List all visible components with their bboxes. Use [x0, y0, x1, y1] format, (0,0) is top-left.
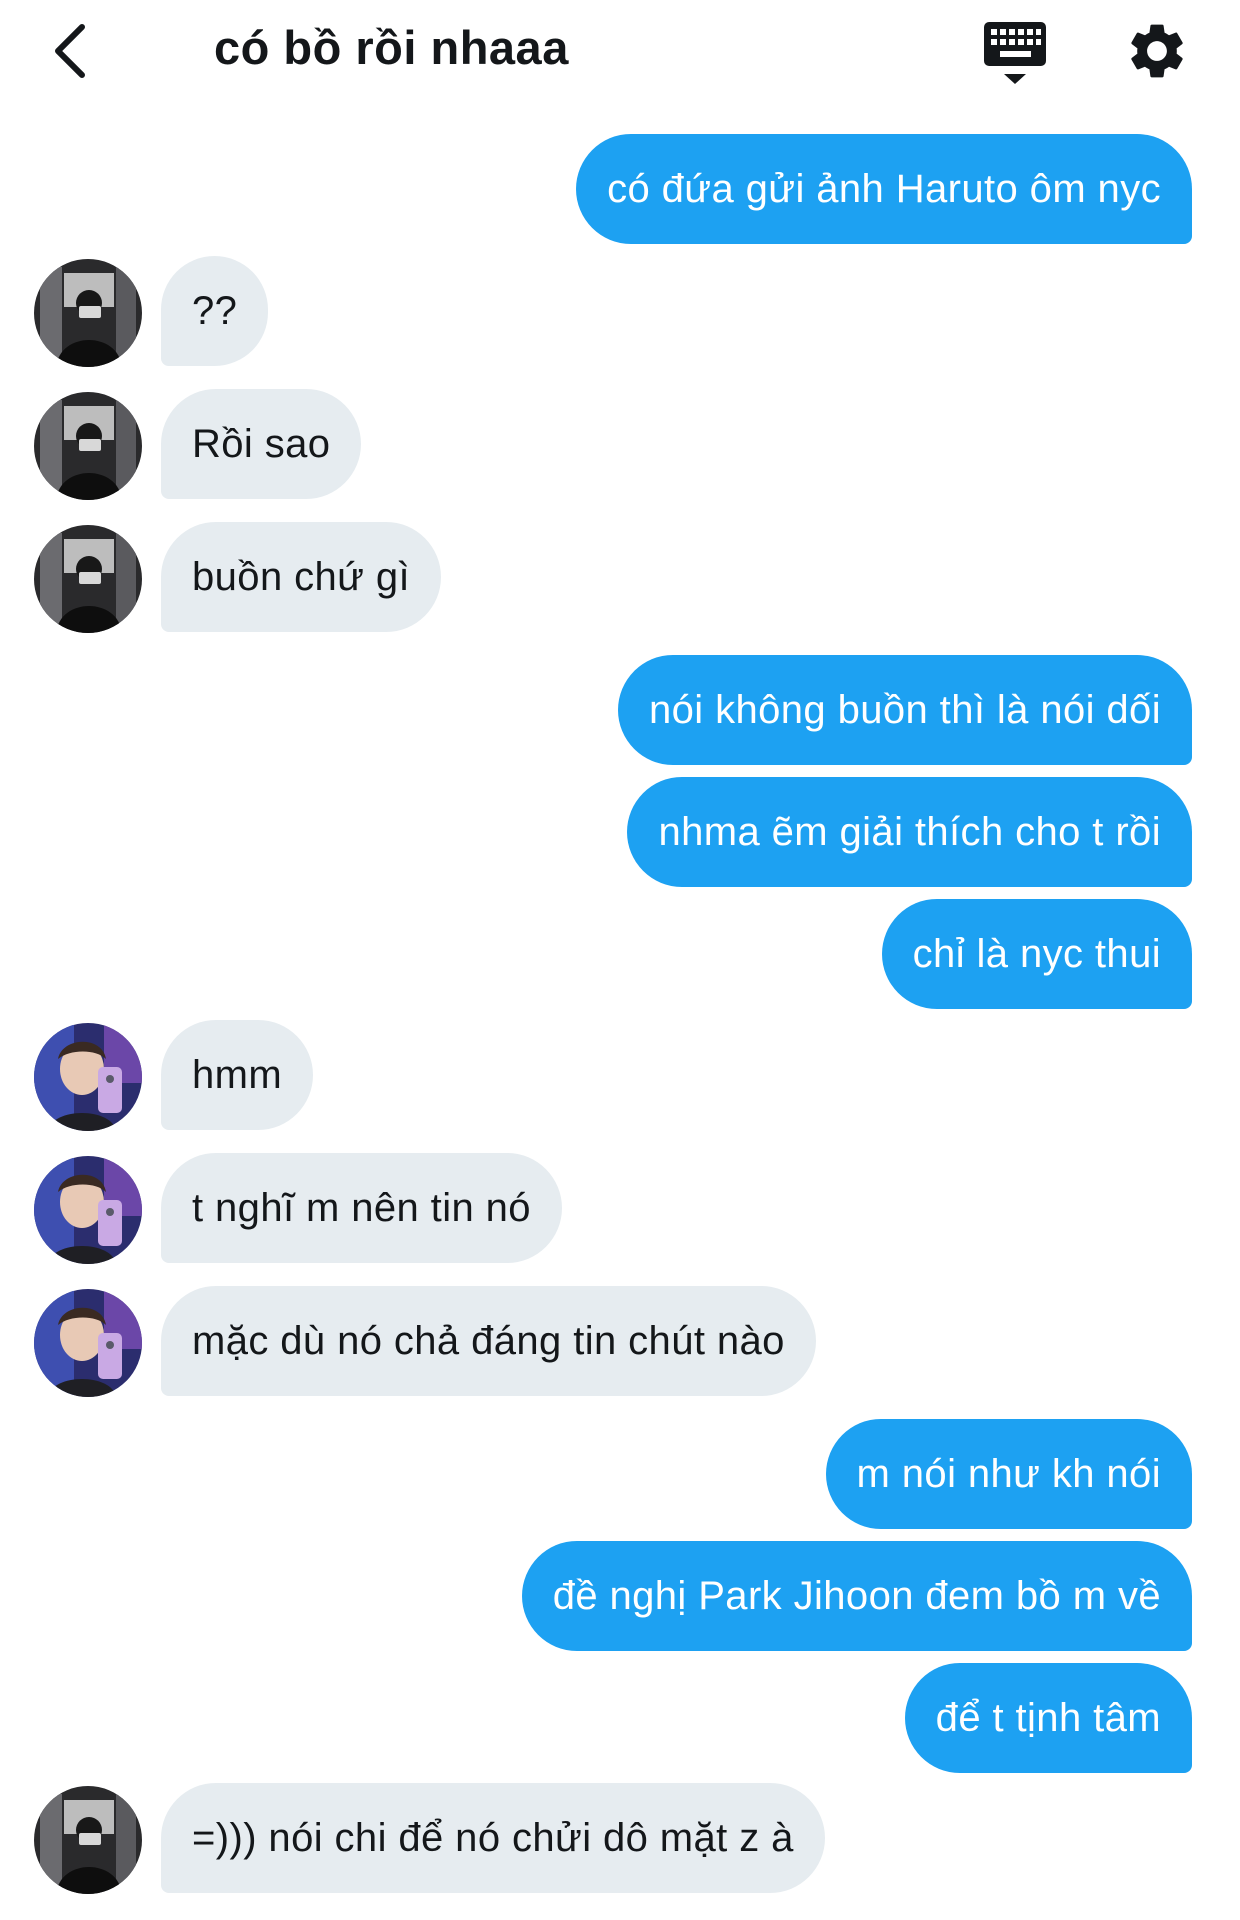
outgoing-message-bubble[interactable]: nhma ẽm giải thích cho t rồi: [627, 777, 1192, 887]
conversation-title: có bồ rồi nhaaa: [214, 21, 569, 74]
message-row: nhma ẽm giải thích cho t rồi: [0, 777, 1240, 887]
outgoing-message-bubble[interactable]: nói không buồn thì là nói dối: [618, 655, 1192, 765]
message-row: mặc dù nó chả đáng tin chút nào: [0, 1286, 1240, 1397]
avatar-photo-friend-a: [34, 1786, 142, 1894]
outgoing-message-bubble[interactable]: đề nghị Park Jihoon đem bồ m về: [521, 1541, 1192, 1651]
avatar-photo-friend-b: [34, 1289, 142, 1397]
message-row: nói không buồn thì là nói dối: [0, 655, 1240, 765]
avatar-photo-friend-b: [34, 1156, 142, 1264]
avatar[interactable]: [34, 392, 142, 500]
avatar[interactable]: [34, 1156, 142, 1264]
outgoing-message-bubble[interactable]: để t tịnh tâm: [904, 1663, 1192, 1773]
message-row: m nói như kh nói: [0, 1419, 1240, 1529]
message-row: ??: [0, 256, 1240, 367]
avatar[interactable]: [34, 1023, 142, 1131]
avatar[interactable]: [34, 1786, 142, 1894]
outgoing-message-bubble[interactable]: có đứa gửi ảnh Haruto ôm nyc: [576, 134, 1192, 244]
message-row: =))) nói chi để nó chửi dô mặt z à: [0, 1783, 1240, 1894]
message-row: chỉ là nyc thui: [0, 899, 1240, 1009]
incoming-message-bubble[interactable]: mặc dù nó chả đáng tin chút nào: [161, 1286, 816, 1396]
incoming-message-bubble[interactable]: Rồi sao: [161, 389, 362, 499]
message-row: đề nghị Park Jihoon đem bồ m về: [0, 1541, 1240, 1651]
avatar-photo-friend-a: [34, 392, 142, 500]
incoming-message-bubble[interactable]: hmm: [161, 1020, 314, 1130]
incoming-message-bubble[interactable]: t nghĩ m nên tin nó: [161, 1153, 562, 1263]
message-row: t nghĩ m nên tin nó: [0, 1153, 1240, 1264]
chat-header: có bồ rồi nhaaa: [0, 0, 1240, 110]
avatar[interactable]: [34, 525, 142, 633]
avatar[interactable]: [34, 259, 142, 367]
outgoing-message-bubble[interactable]: chỉ là nyc thui: [881, 899, 1192, 1009]
incoming-message-bubble[interactable]: ??: [161, 256, 269, 366]
avatar-photo-friend-b: [34, 1023, 142, 1131]
incoming-message-bubble[interactable]: buồn chứ gì: [161, 522, 441, 632]
avatar-photo-friend-a: [34, 259, 142, 367]
gear-icon: [1131, 24, 1183, 78]
keyboard-toggle-button[interactable]: [980, 18, 1050, 88]
chevron-left-icon: [55, 24, 85, 78]
incoming-message-bubble[interactable]: =))) nói chi để nó chửi dô mặt z à: [161, 1783, 825, 1893]
message-row: hmm: [0, 1020, 1240, 1131]
avatar-photo-friend-a: [34, 525, 142, 633]
avatar[interactable]: [34, 1289, 142, 1397]
back-button[interactable]: [40, 16, 100, 86]
message-row: Rồi sao: [0, 389, 1240, 500]
outgoing-message-bubble[interactable]: m nói như kh nói: [825, 1419, 1192, 1529]
message-row: để t tịnh tâm: [0, 1663, 1240, 1773]
keyboard-hide-icon: [984, 22, 1046, 84]
message-row: buồn chứ gì: [0, 522, 1240, 633]
settings-button[interactable]: [1124, 18, 1190, 84]
message-row: có đứa gửi ảnh Haruto ôm nyc: [0, 134, 1240, 244]
